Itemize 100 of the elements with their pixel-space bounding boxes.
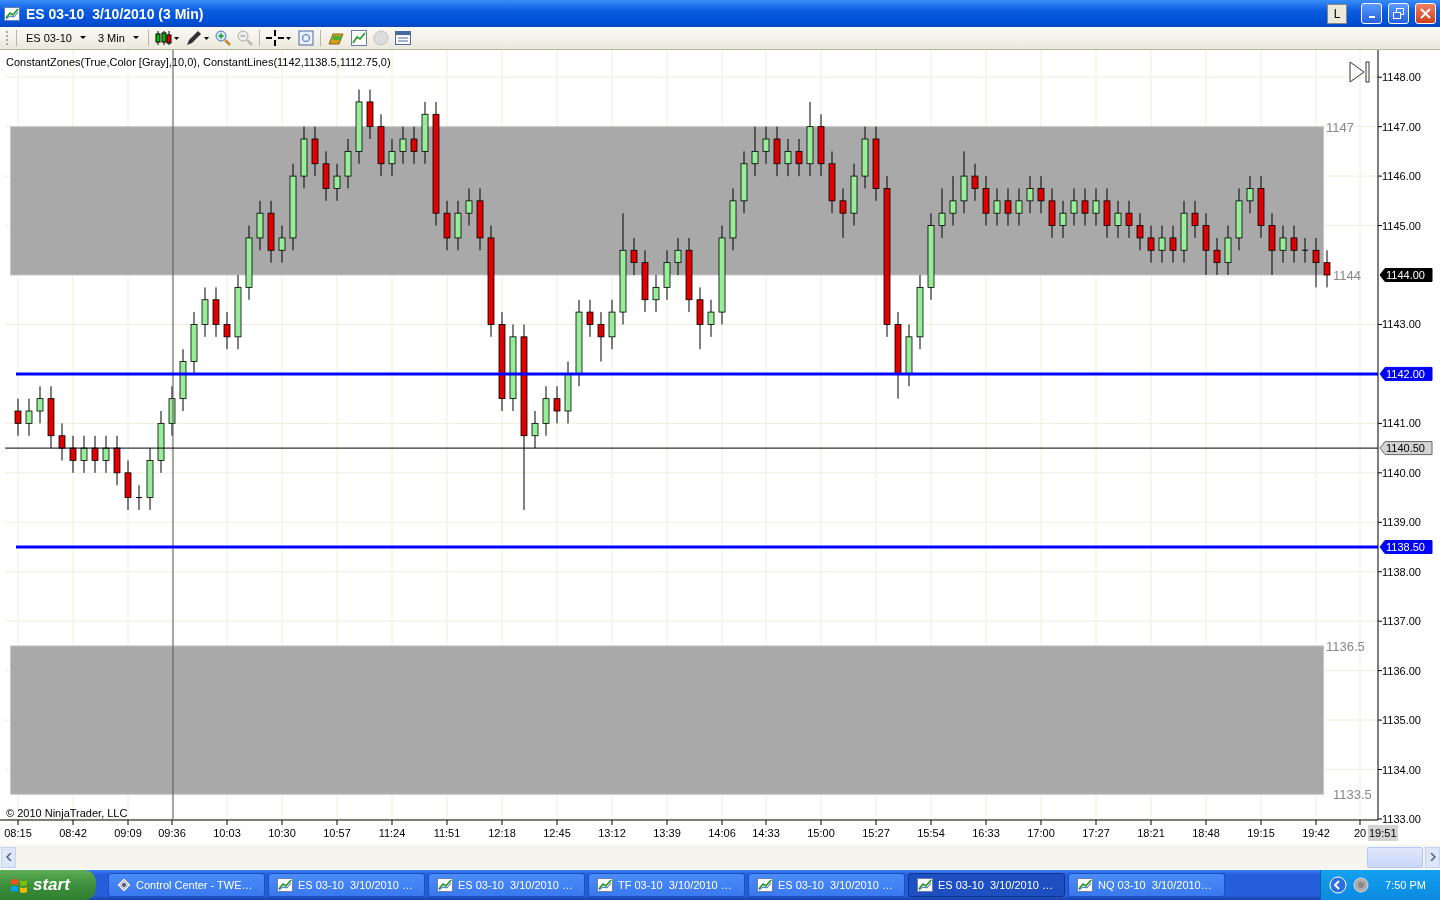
price-label: 1141.00 bbox=[1382, 417, 1421, 430]
candlestick bbox=[828, 150, 836, 214]
candlestick bbox=[366, 89, 374, 140]
close-icon bbox=[1420, 8, 1431, 19]
candlestick bbox=[212, 286, 220, 338]
time-label: 10:57 bbox=[323, 827, 351, 839]
price-label: 1143.00 bbox=[1382, 318, 1421, 331]
candlestick bbox=[861, 126, 869, 189]
taskbar-item[interactable]: ES 03-10 3/10/2010 … bbox=[748, 873, 905, 897]
time-label: 15:54 bbox=[917, 827, 945, 839]
candlestick bbox=[1103, 187, 1111, 239]
zone-label: 1144 bbox=[1333, 268, 1361, 283]
taskbar-item[interactable]: NQ 03-10 3/10/2010… bbox=[1068, 873, 1225, 897]
pencil-icon[interactable] bbox=[184, 30, 209, 46]
taskbar-item[interactable]: ES 03-10 3/10/2010 … bbox=[428, 873, 585, 897]
scroll-left-button[interactable] bbox=[1, 846, 16, 868]
strategy-icon[interactable] bbox=[326, 30, 345, 46]
candlestick bbox=[91, 435, 99, 474]
candlestick bbox=[949, 175, 957, 227]
candlestick bbox=[256, 200, 264, 251]
restore-button[interactable] bbox=[1388, 3, 1409, 24]
candlestick bbox=[102, 435, 110, 474]
price-label: 1138.00 bbox=[1382, 565, 1421, 578]
price-label: 1135.00 bbox=[1382, 714, 1421, 727]
candlestick bbox=[344, 138, 352, 189]
candlestick bbox=[1070, 187, 1078, 227]
candlestick bbox=[608, 299, 616, 350]
window-button[interactable]: L bbox=[1327, 3, 1347, 24]
candlestick bbox=[630, 237, 638, 276]
price-label: 1134.00 bbox=[1382, 763, 1421, 776]
chart-icon bbox=[757, 878, 773, 892]
candlestick bbox=[740, 150, 748, 214]
candlestick bbox=[267, 200, 275, 264]
candlestick bbox=[542, 385, 550, 437]
candlestick bbox=[168, 385, 176, 437]
candlestick bbox=[773, 126, 781, 177]
time-label: 13:12 bbox=[598, 827, 626, 839]
minimize-icon bbox=[1368, 15, 1375, 18]
candlestick bbox=[1279, 225, 1287, 264]
candlestick bbox=[938, 187, 946, 239]
cursor-time-label: 19:51 bbox=[1368, 825, 1398, 841]
price-label: 1133.00 bbox=[1382, 813, 1421, 825]
candlestick bbox=[201, 286, 209, 338]
ref-line-label: 1138.50 bbox=[1386, 541, 1425, 554]
interval-dropdown[interactable]: 3 Min bbox=[94, 32, 142, 44]
taskbar-item[interactable]: ES 03-10 3/10/2010 … bbox=[908, 873, 1065, 897]
chart-icon bbox=[917, 878, 933, 892]
scrollbar-thumb[interactable] bbox=[1367, 846, 1423, 868]
instrument-dropdown[interactable]: ES 03-10 bbox=[23, 32, 89, 44]
candlestick bbox=[146, 447, 154, 511]
close-button[interactable] bbox=[1415, 3, 1436, 24]
minimize-button[interactable] bbox=[1361, 3, 1382, 24]
candlestick bbox=[960, 150, 968, 214]
properties-icon[interactable] bbox=[297, 30, 314, 46]
chevron-left-icon bbox=[5, 853, 12, 861]
indicator-label: ConstantZones(True,Color [Gray],10,0), ConstantLines(1142,1138.5,1112.75,0) bbox=[6, 56, 391, 68]
candlestick bbox=[1169, 225, 1177, 264]
time-label: 12:45 bbox=[543, 827, 571, 839]
chart-icon[interactable] bbox=[350, 30, 367, 46]
data-box-icon[interactable] bbox=[394, 30, 411, 46]
time-label: 16:33 bbox=[972, 827, 1000, 839]
scroll-right-button[interactable] bbox=[1425, 846, 1440, 868]
candlestick bbox=[707, 299, 715, 338]
crosshair-icon[interactable] bbox=[265, 30, 292, 46]
candlestick bbox=[553, 385, 561, 424]
taskbar-item[interactable]: ES 03-10 3/10/2010 … bbox=[268, 873, 425, 897]
candlestick bbox=[1004, 187, 1012, 227]
candlestick bbox=[531, 410, 539, 449]
taskbar-item[interactable]: Control Center - TWE… bbox=[108, 873, 265, 897]
chevron-icon[interactable] bbox=[1329, 876, 1348, 894]
candlestick bbox=[1092, 187, 1100, 227]
candlestick bbox=[1301, 237, 1309, 264]
candlestick bbox=[476, 187, 484, 251]
price-label: 1139.00 bbox=[1382, 516, 1421, 529]
taskbar-item[interactable]: TF 03-10 3/10/2010 … bbox=[588, 873, 745, 897]
candlestick bbox=[905, 323, 913, 387]
candlestick bbox=[1202, 212, 1210, 276]
candlestick bbox=[663, 249, 671, 301]
time-label: 14:33 bbox=[752, 827, 780, 839]
candlestick bbox=[597, 311, 605, 363]
candlestick bbox=[1268, 212, 1276, 276]
diamond-icon bbox=[117, 878, 131, 892]
zoom-in-icon[interactable] bbox=[214, 30, 231, 46]
candlestick bbox=[179, 348, 187, 412]
candlestick bbox=[1081, 187, 1089, 227]
candlestick bbox=[377, 113, 385, 177]
candlestick bbox=[47, 385, 55, 449]
ref-line-label: 1140.50 bbox=[1386, 442, 1425, 455]
scroll-to-end-icon[interactable] bbox=[1349, 61, 1370, 83]
candlestick-icon[interactable] bbox=[154, 30, 179, 46]
price-marker: 1140.50 bbox=[1379, 441, 1433, 456]
clock[interactable]: 7:50 PM bbox=[1385, 879, 1426, 891]
time-label: 10:30 bbox=[268, 827, 296, 839]
caret-icon bbox=[79, 36, 86, 40]
candlestick bbox=[795, 138, 803, 177]
ref-line-label: 1142.00 bbox=[1386, 367, 1425, 380]
chart-icon bbox=[1077, 878, 1093, 892]
candlestick bbox=[1048, 187, 1056, 239]
start-button[interactable]: start bbox=[0, 870, 96, 900]
price-label: 1145.00 bbox=[1382, 219, 1421, 232]
